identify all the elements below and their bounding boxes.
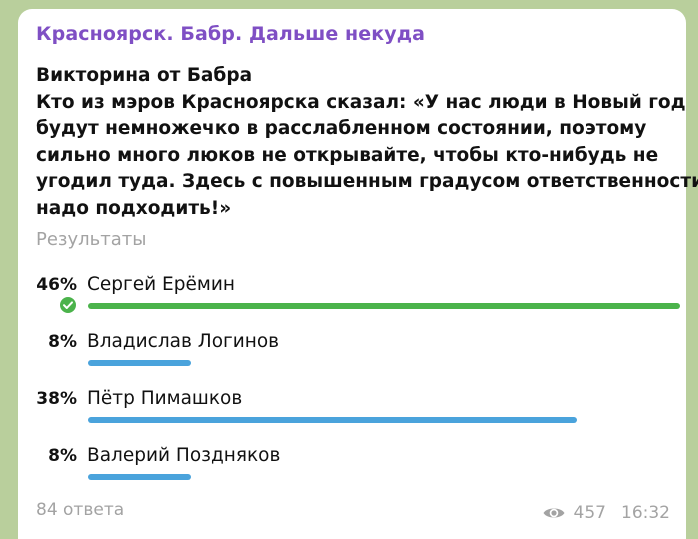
message-meta: 457 16:32 xyxy=(542,503,670,523)
option-text: Владислав Логинов xyxy=(87,331,280,352)
quiz-question: Викторина от Бабра Кто из мэров Краснояр… xyxy=(36,63,698,222)
poll-option[interactable]: 8% Валерий Поздняков xyxy=(18,445,686,503)
option-percent: 8% xyxy=(48,446,77,466)
poll-option[interactable]: 46% Сергей Ерёмин xyxy=(18,274,686,332)
poll-option[interactable]: 8% Владислав Логинов xyxy=(18,331,686,389)
question-line: сильно много люков не открывайте, чтобы … xyxy=(36,144,659,166)
question-line: угодил туда. Здесь с повышенным градусом… xyxy=(36,171,698,192)
option-result-bar xyxy=(88,303,680,309)
option-result-bar xyxy=(88,474,191,480)
option-percent: 46% xyxy=(36,275,77,295)
option-percent: 38% xyxy=(36,389,77,409)
question-line: Кто из мэров Красноярска сказал: «У нас … xyxy=(36,91,686,113)
option-text: Валерий Поздняков xyxy=(87,445,281,466)
message-time: 16:32 xyxy=(621,503,670,523)
correct-check-icon xyxy=(58,295,78,315)
option-text: Пётр Пимашков xyxy=(87,388,243,409)
views-count: 457 xyxy=(573,503,606,523)
channel-name[interactable]: Красноярск. Бабр. Дальше некуда xyxy=(36,23,425,45)
results-label: Результаты xyxy=(36,229,147,250)
message-bubble: Красноярск. Бабр. Дальше некуда Викторин… xyxy=(18,9,698,539)
question-line: будут немножечко в расслабленном состоян… xyxy=(36,118,647,139)
question-line: Викторина от Бабра xyxy=(36,65,253,86)
option-text: Сергей Ерёмин xyxy=(87,274,235,295)
eye-icon xyxy=(542,505,566,521)
option-percent: 8% xyxy=(48,332,77,352)
question-line: надо подходить!» xyxy=(36,197,232,219)
answers-count[interactable]: 84 ответа xyxy=(36,500,124,520)
option-result-bar xyxy=(88,360,191,366)
poll-option[interactable]: 38% Пётр Пимашков xyxy=(18,388,686,446)
option-result-bar xyxy=(88,417,577,423)
